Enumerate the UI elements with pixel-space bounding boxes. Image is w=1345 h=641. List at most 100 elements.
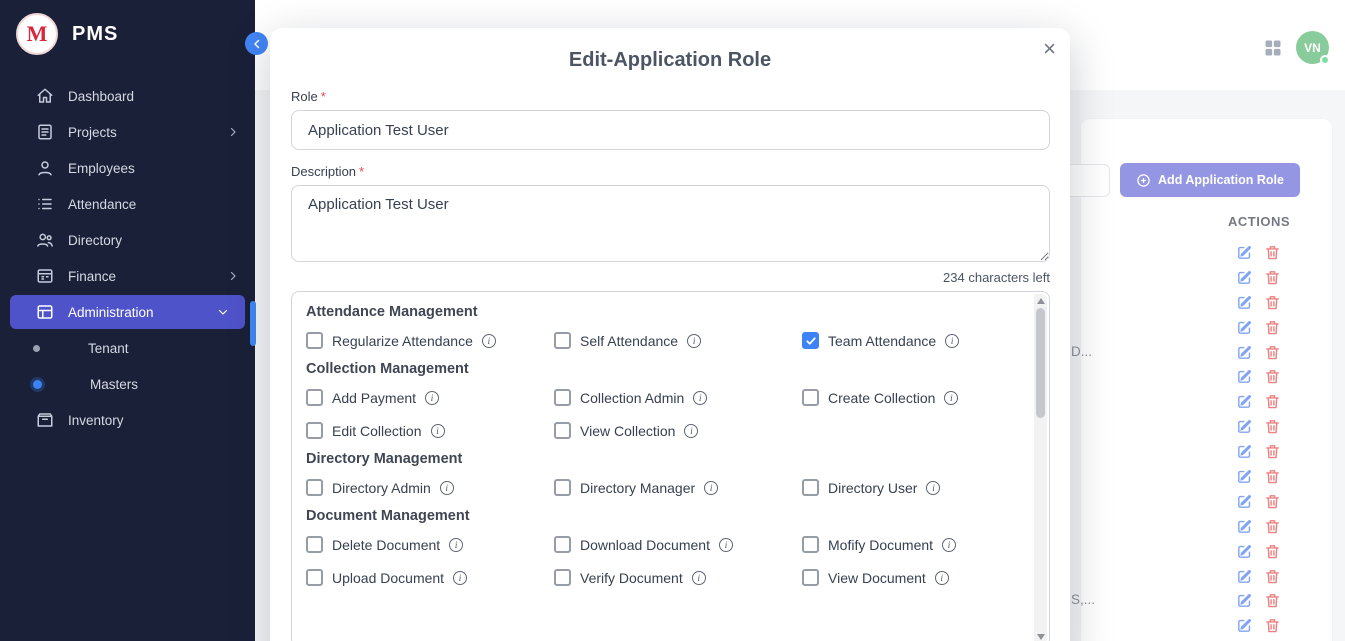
permission-grid: Directory AdminiDirectory ManageriDirect…	[306, 479, 1015, 496]
checkbox[interactable]	[554, 569, 571, 586]
info-icon: i	[704, 481, 718, 495]
permission-view-document[interactable]: View Documenti	[802, 569, 1015, 586]
checkbox[interactable]	[802, 389, 819, 406]
permission-label: Upload Document	[332, 570, 444, 586]
list-icon	[36, 195, 54, 213]
scrollbar-thumb[interactable]	[1036, 308, 1045, 418]
sidebar-item-administration[interactable]: Administration	[10, 295, 245, 329]
checkbox[interactable]	[554, 332, 571, 349]
checkbox[interactable]	[802, 479, 819, 496]
permission-view-collection[interactable]: View Collectioni	[554, 422, 802, 439]
checkbox[interactable]	[306, 536, 323, 553]
permission-directory-manager[interactable]: Directory Manager i	[554, 479, 802, 496]
checkbox[interactable]	[306, 389, 323, 406]
scrollbar[interactable]	[1034, 294, 1047, 641]
permission-label: Self Attendance	[580, 333, 678, 349]
sidebar-item-label: Projects	[68, 125, 117, 140]
permission-label: Team Attendance	[828, 333, 936, 349]
sidebar-nav: Dashboard Projects Employees Attendance Dire…	[0, 78, 255, 438]
bullet-icon	[33, 380, 42, 389]
permission-grid: Regularize AttendanceiSelf AttendanceiTe…	[306, 332, 1015, 349]
checkbox[interactable]	[306, 479, 323, 496]
permission-label: Collection Admin	[580, 390, 684, 406]
sidebar-item-tenant[interactable]: Tenant	[0, 330, 255, 366]
checkbox[interactable]	[554, 536, 571, 553]
info-icon: i	[693, 391, 707, 405]
people-icon	[36, 231, 54, 249]
permission-regularize-attendance[interactable]: Regularize Attendancei	[306, 332, 554, 349]
checkbox[interactable]	[802, 569, 819, 586]
info-icon: i	[942, 538, 956, 552]
permission-download-document[interactable]: Download Documenti	[554, 536, 802, 553]
permission-label: Add Payment	[332, 390, 416, 406]
sidebar-item-label: Attendance	[68, 197, 136, 212]
sidebar-item-employees[interactable]: Employees	[0, 150, 255, 186]
sidebar-item-attendance[interactable]: Attendance	[0, 186, 255, 222]
sidebar-item-directory[interactable]: Directory	[0, 222, 255, 258]
sidebar-item-inventory[interactable]: Inventory	[0, 402, 255, 438]
permission-label: Create Collection	[828, 390, 935, 406]
role-input[interactable]	[291, 110, 1050, 150]
sidebar-item-label: Administration	[68, 305, 154, 320]
permission-group-title: Collection Management	[306, 361, 1015, 377]
checkbox[interactable]	[554, 389, 571, 406]
sidebar-collapse-button[interactable]	[245, 32, 268, 55]
description-field-label: Description*	[291, 164, 1050, 179]
required-marker: *	[359, 164, 364, 179]
checkbox[interactable]	[802, 536, 819, 553]
permission-label: Directory User	[828, 480, 917, 496]
info-icon: i	[944, 391, 958, 405]
permission-grid: Add PaymentiCollection AdminiCreate Coll…	[306, 389, 1015, 439]
sidebar-item-finance[interactable]: Finance	[0, 258, 255, 294]
permission-add-payment[interactable]: Add Paymenti	[306, 389, 554, 406]
inventory-icon	[36, 411, 54, 429]
info-icon: i	[935, 571, 949, 585]
permission-mofify-document[interactable]: Mofify Documenti	[802, 536, 1015, 553]
checkbox[interactable]	[306, 569, 323, 586]
info-icon: i	[684, 424, 698, 438]
permission-collection-admin[interactable]: Collection Admin i	[554, 389, 802, 406]
permission-label: Directory Admin	[332, 480, 431, 496]
sidebar-item-label: Employees	[68, 161, 135, 176]
permission-directory-admin[interactable]: Directory Admin i	[306, 479, 554, 496]
checkbox[interactable]	[802, 332, 819, 349]
checkbox[interactable]	[306, 422, 323, 439]
scroll-up-icon[interactable]	[1037, 298, 1045, 304]
sidebar-item-label: Finance	[68, 269, 116, 284]
info-icon: i	[440, 481, 454, 495]
finance-icon	[36, 267, 54, 285]
permission-self-attendance[interactable]: Self Attendancei	[554, 332, 802, 349]
checkbox[interactable]	[554, 479, 571, 496]
checkbox[interactable]	[554, 422, 571, 439]
dialog-title: Edit-Application Role	[270, 49, 1070, 72]
sidebar-item-masters[interactable]: Masters	[0, 366, 255, 402]
info-icon: i	[453, 571, 467, 585]
sidebar-item-projects[interactable]: Projects	[0, 114, 255, 150]
sidebar: M PMS Dashboard Projects Employees Attendan…	[0, 0, 255, 641]
permission-verify-document[interactable]: Verify Documenti	[554, 569, 802, 586]
chevron-left-icon	[251, 38, 263, 50]
logo-letter: M	[27, 21, 48, 47]
permission-edit-collection[interactable]: Edit Collectioni	[306, 422, 554, 439]
permissions-panel: Attendance ManagementRegularize Attendan…	[291, 291, 1050, 641]
sidebar-item-label: Directory	[68, 233, 122, 248]
projects-icon	[36, 123, 54, 141]
permission-upload-document[interactable]: Upload Document i	[306, 569, 554, 586]
sidebar-item-label: Inventory	[68, 413, 124, 428]
permission-create-collection[interactable]: Create Collection i	[802, 389, 1015, 406]
permission-delete-document[interactable]: Delete Documenti	[306, 536, 554, 553]
permission-directory-user[interactable]: Directory Useri	[802, 479, 1015, 496]
info-icon: i	[431, 424, 445, 438]
close-icon[interactable]: ×	[1043, 38, 1056, 60]
sidebar-item-dashboard[interactable]: Dashboard	[0, 78, 255, 114]
permission-label: Directory Manager	[580, 480, 695, 496]
description-textarea[interactable]: Application Test User	[291, 185, 1050, 262]
permission-label: Download Document	[580, 537, 710, 553]
info-icon: i	[945, 334, 959, 348]
chevron-right-icon	[227, 270, 239, 282]
admin-icon	[36, 303, 54, 321]
app-logo: M PMS	[0, 0, 255, 68]
scroll-down-icon[interactable]	[1037, 634, 1045, 640]
checkbox[interactable]	[306, 332, 323, 349]
permission-team-attendance[interactable]: Team Attendance i	[802, 332, 1015, 349]
